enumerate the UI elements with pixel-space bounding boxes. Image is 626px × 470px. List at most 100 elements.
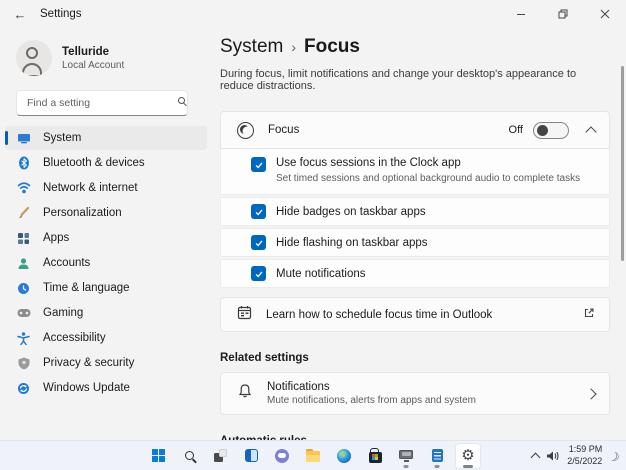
- option-row-hide-badges[interactable]: Hide badges on taskbar apps: [220, 197, 610, 226]
- page-title: Focus: [304, 36, 360, 57]
- sidebar-item-label: Privacy & security: [43, 357, 135, 369]
- sidebar-item-label: Apps: [43, 232, 70, 244]
- option-description: Set timed sessions and optional backgrou…: [276, 173, 581, 184]
- scrollbar-thumb[interactable]: [621, 66, 624, 261]
- focus-expander-card[interactable]: Focus Off: [220, 111, 610, 149]
- bell-icon: [237, 383, 253, 404]
- sidebar-item-label: Bluetooth & devices: [43, 157, 145, 169]
- sidebar-item-label: Personalization: [43, 207, 122, 219]
- chevron-up-icon[interactable]: [585, 126, 597, 138]
- folder-icon: [306, 449, 320, 462]
- start-button[interactable]: [145, 443, 171, 469]
- document-app-button[interactable]: [424, 443, 450, 469]
- sidebar-item-label: System: [43, 132, 82, 144]
- tray-overflow-chevron-icon[interactable]: [530, 452, 541, 462]
- sidebar-item-network[interactable]: Network & internet: [5, 176, 207, 200]
- notifications-description: Mute notifications, alerts from apps and…: [267, 395, 476, 406]
- gaming-icon: [16, 306, 31, 321]
- option-row-focus-sessions[interactable]: Use focus sessions in the Clock app Set …: [220, 149, 610, 195]
- sidebar-item-label: Network & internet: [43, 182, 138, 194]
- focus-toggle-state: Off: [508, 124, 523, 136]
- notifications-card[interactable]: Notifications Mute notifications, alerts…: [220, 372, 610, 415]
- outlook-link-card[interactable]: Learn how to schedule focus time in Outl…: [220, 297, 610, 332]
- accessibility-icon: [16, 331, 31, 346]
- settings-app-button[interactable]: ⚙: [455, 442, 481, 469]
- search-icon: [184, 451, 194, 460]
- sidebar-nav: System Bluetooth & devices Network & int…: [0, 126, 212, 400]
- focus-toggle[interactable]: [533, 121, 569, 139]
- apps-icon: [16, 231, 31, 246]
- widgets-button[interactable]: [238, 443, 264, 469]
- sidebar-item-gaming[interactable]: Gaming: [5, 301, 207, 325]
- windows-logo-icon: [151, 449, 165, 462]
- settings-window: ← Settings Telluride Local Account Find …: [0, 0, 626, 470]
- sidebar-item-label: Gaming: [43, 307, 84, 319]
- option-row-hide-flashing[interactable]: Hide flashing on taskbar apps: [220, 228, 610, 257]
- related-settings-heading: Related settings: [220, 352, 309, 364]
- personalization-icon: [16, 206, 31, 221]
- store-button[interactable]: [362, 443, 388, 469]
- accounts-icon: [16, 256, 31, 271]
- sidebar-item-windows-update[interactable]: Windows Update: [5, 376, 207, 400]
- content-area: Telluride Local Account System: [0, 28, 626, 466]
- tray-clock[interactable]: 1:59 PM 2/5/2022: [567, 444, 602, 467]
- hide-badges-checkbox[interactable]: [251, 204, 266, 219]
- titlebar: ← Settings: [0, 0, 626, 28]
- avatar: [16, 40, 52, 76]
- back-button[interactable]: ←: [0, 0, 40, 28]
- focus-assist-moon-icon[interactable]: ☾: [607, 447, 622, 464]
- speaker-icon: [547, 451, 559, 460]
- breadcrumb-system[interactable]: System: [220, 36, 283, 58]
- calendar-icon: [237, 305, 252, 325]
- sidebar-item-system[interactable]: System: [5, 126, 207, 150]
- taskbar-center: ⚙: [145, 442, 481, 469]
- edge-button[interactable]: [331, 443, 357, 469]
- search-icon: [178, 97, 187, 107]
- focus-sessions-checkbox[interactable]: [251, 157, 266, 172]
- account-card[interactable]: Telluride Local Account: [0, 34, 212, 86]
- task-view-button[interactable]: [207, 443, 233, 469]
- volume-button[interactable]: [546, 450, 560, 462]
- account-name: Telluride: [62, 46, 110, 59]
- sidebar-item-accounts[interactable]: Accounts: [5, 251, 207, 275]
- minimize-button[interactable]: [500, 0, 542, 28]
- breadcrumb: System › Focus: [220, 36, 610, 58]
- document-icon: [431, 449, 443, 462]
- system-tray: 1:59 PM 2/5/2022 ☾: [530, 441, 622, 470]
- sidebar-item-time-language[interactable]: Time & language: [5, 276, 207, 300]
- sidebar-item-bluetooth[interactable]: Bluetooth & devices: [5, 151, 207, 175]
- search-input[interactable]: [16, 90, 188, 116]
- privacy-icon: [16, 356, 31, 371]
- task-view-icon: [213, 449, 227, 462]
- option-label: Use focus sessions in the Clock app: [276, 157, 461, 169]
- focus-label: Focus: [268, 124, 300, 136]
- hide-flashing-checkbox[interactable]: [251, 235, 266, 250]
- chat-button[interactable]: [269, 443, 295, 469]
- outlook-link-label: Learn how to schedule focus time in Outl…: [266, 308, 493, 321]
- sidebar-item-personalization[interactable]: Personalization: [5, 201, 207, 225]
- tray-time: 1:59 PM: [568, 443, 603, 454]
- sidebar-item-apps[interactable]: Apps: [5, 226, 207, 250]
- windows-update-icon: [16, 381, 31, 396]
- option-label: Hide flashing on taskbar apps: [276, 236, 428, 249]
- focus-icon: [237, 121, 254, 139]
- external-link-icon: [583, 306, 595, 324]
- restore-button[interactable]: [542, 0, 584, 28]
- sidebar: Telluride Local Account System: [0, 28, 212, 440]
- option-label: Hide badges on taskbar apps: [276, 205, 426, 218]
- window-title: Settings: [40, 8, 82, 20]
- chat-icon: [275, 448, 289, 463]
- bluetooth-icon: [16, 156, 31, 171]
- file-explorer-button[interactable]: [300, 443, 326, 469]
- mute-notifications-checkbox[interactable]: [251, 266, 266, 281]
- option-row-mute-notifications[interactable]: Mute notifications: [220, 259, 610, 288]
- notifications-title: Notifications: [267, 381, 330, 393]
- display-app-button[interactable]: [393, 443, 419, 469]
- network-icon: [16, 181, 31, 196]
- tray-date: 2/5/2022: [567, 455, 603, 466]
- taskbar-search-button[interactable]: [176, 443, 202, 469]
- close-button[interactable]: [584, 0, 626, 28]
- sidebar-item-privacy[interactable]: Privacy & security: [5, 351, 207, 375]
- sidebar-item-accessibility[interactable]: Accessibility: [5, 326, 207, 350]
- sidebar-item-label: Accessibility: [43, 332, 106, 344]
